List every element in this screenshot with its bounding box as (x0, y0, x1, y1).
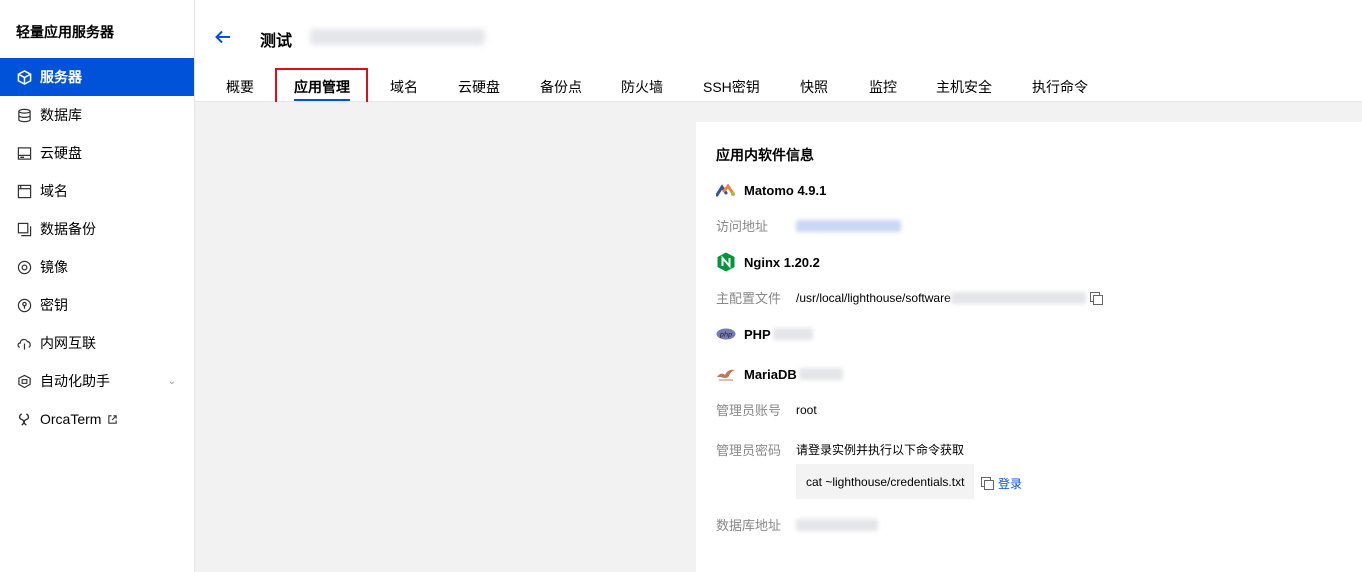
database-icon (16, 107, 32, 123)
back-arrow-icon[interactable] (213, 27, 233, 47)
main-config-label: 主配置文件 (716, 291, 782, 306)
php-logo-icon: php (716, 324, 736, 344)
sidebar-item-label: 密钥 (40, 297, 68, 313)
software-mariadb: MariaDB (716, 364, 843, 384)
software-php: php PHP (716, 324, 813, 344)
sidebar-item-label: 服务器 (40, 69, 82, 85)
credentials-command: cat ~lighthouse/credentials.txt (806, 474, 965, 489)
admin-password-label: 管理员密码 (716, 443, 782, 458)
nginx-config-row: 主配置文件 /usr/local/lighthouse/software (716, 288, 1103, 307)
config-path-redacted (950, 291, 1086, 304)
sidebar-nav: 服务器 数据库 云硬盘 域名 数据备份 镜像 密钥 内网互联 自动化助手 ⌄ O… (0, 58, 194, 438)
admin-account-value: root (796, 402, 817, 417)
terminal-icon (16, 411, 32, 427)
copy-icon[interactable] (1089, 291, 1103, 305)
tab-cloud-disk[interactable]: 云硬盘 (458, 77, 500, 97)
sidebar-item-orcaterm[interactable]: OrcaTerm (0, 400, 194, 438)
software-nginx: Nginx 1.20.2 (716, 252, 820, 272)
sidebar-item-domain[interactable]: 域名 (0, 172, 194, 210)
matomo-name: Matomo 4.9.1 (744, 182, 827, 198)
sidebar-item-label: 域名 (40, 183, 68, 199)
software-info-panel: 应用内软件信息 Matomo 4.9.1 访问地址 Nginx 1.20.2 主… (696, 122, 1362, 572)
tab-domain[interactable]: 域名 (390, 77, 418, 97)
active-tab-underline (294, 99, 350, 101)
key-icon (16, 297, 32, 313)
access-address-redacted[interactable] (796, 219, 901, 232)
php-version-redacted (772, 328, 813, 340)
chevron-down-icon: ⌄ (167, 375, 176, 387)
tab-execute-command[interactable]: 执行命令 (1032, 77, 1088, 97)
config-path-value: /usr/local/lighthouse/software (796, 290, 951, 305)
sidebar-item-backup[interactable]: 数据备份 (0, 210, 194, 248)
tab-ssh-key[interactable]: SSH密钥 (703, 77, 760, 97)
sidebar-item-label: 自动化助手 (40, 373, 110, 389)
automation-icon (16, 373, 32, 389)
admin-account-label: 管理员账号 (716, 403, 782, 418)
db-address-row: 数据库地址 (716, 515, 878, 534)
admin-password-hint: 请登录实例并执行以下命令获取 (796, 443, 965, 457)
sidebar-item-database[interactable]: 数据库 (0, 96, 194, 134)
disk-icon (16, 145, 32, 161)
tab-firewall[interactable]: 防火墙 (621, 77, 663, 97)
mariadb-version-redacted (798, 368, 843, 380)
sidebar-item-key[interactable]: 密钥 (0, 286, 194, 324)
external-link-icon (107, 414, 118, 425)
sidebar-item-automation[interactable]: 自动化助手 ⌄ (0, 362, 194, 400)
svg-text:php: php (719, 330, 732, 338)
brand-title: 轻量应用服务器 (16, 24, 114, 40)
domain-icon (16, 183, 32, 199)
sidebar-item-label: 数据库 (40, 107, 82, 123)
nginx-name: Nginx 1.20.2 (744, 254, 820, 270)
db-address-redacted (796, 518, 878, 531)
sidebar-item-label: 云硬盘 (40, 145, 82, 161)
matomo-access-row: 访问地址 (716, 216, 901, 235)
sidebar-item-image[interactable]: 镜像 (0, 248, 194, 286)
sidebar-item-server[interactable]: 服务器 (0, 58, 194, 96)
network-icon (16, 335, 32, 351)
tab-overview[interactable]: 概要 (226, 77, 254, 97)
tab-host-security[interactable]: 主机安全 (936, 77, 992, 97)
nginx-logo-icon (716, 252, 736, 272)
page-header: 测试 概要 应用管理 域名 云硬盘 备份点 防火墙 SSH密钥 快照 监控 主机… (195, 0, 1362, 104)
server-icon (16, 69, 32, 85)
php-name: PHP (744, 326, 771, 342)
command-box: cat ~lighthouse/credentials.txt (796, 464, 974, 499)
admin-password-row: 管理员密码 请登录实例并执行以下命令获取 (716, 440, 964, 459)
tab-snapshot[interactable]: 快照 (800, 77, 828, 97)
matomo-logo-icon (716, 180, 736, 200)
sidebar: 轻量应用服务器 服务器 数据库 云硬盘 域名 数据备份 镜像 密钥 内网互联 自… (0, 0, 195, 572)
tab-monitoring[interactable]: 监控 (869, 77, 897, 97)
tab-backup-point[interactable]: 备份点 (540, 77, 582, 97)
sidebar-item-network[interactable]: 内网互联 (0, 324, 194, 362)
sidebar-item-label: 镜像 (40, 259, 68, 275)
page-title: 测试 (260, 33, 293, 50)
panel-title: 应用内软件信息 (716, 147, 814, 163)
admin-account-row: 管理员账号 root (716, 400, 817, 419)
backup-icon (16, 221, 32, 237)
sidebar-item-label: 内网互联 (40, 335, 96, 351)
copy-command-icon[interactable] (981, 477, 994, 490)
image-icon (16, 259, 32, 275)
db-address-label: 数据库地址 (716, 518, 782, 533)
software-matomo: Matomo 4.9.1 (716, 180, 826, 200)
instance-id-redacted (310, 29, 485, 45)
sidebar-item-disk[interactable]: 云硬盘 (0, 134, 194, 172)
login-link[interactable]: 登录 (998, 475, 1022, 492)
sidebar-item-label: OrcaTerm (40, 411, 102, 427)
mariadb-logo-icon (716, 364, 736, 384)
mariadb-name: MariaDB (744, 366, 797, 382)
sidebar-item-label: 数据备份 (40, 221, 96, 237)
access-address-label: 访问地址 (716, 219, 769, 234)
